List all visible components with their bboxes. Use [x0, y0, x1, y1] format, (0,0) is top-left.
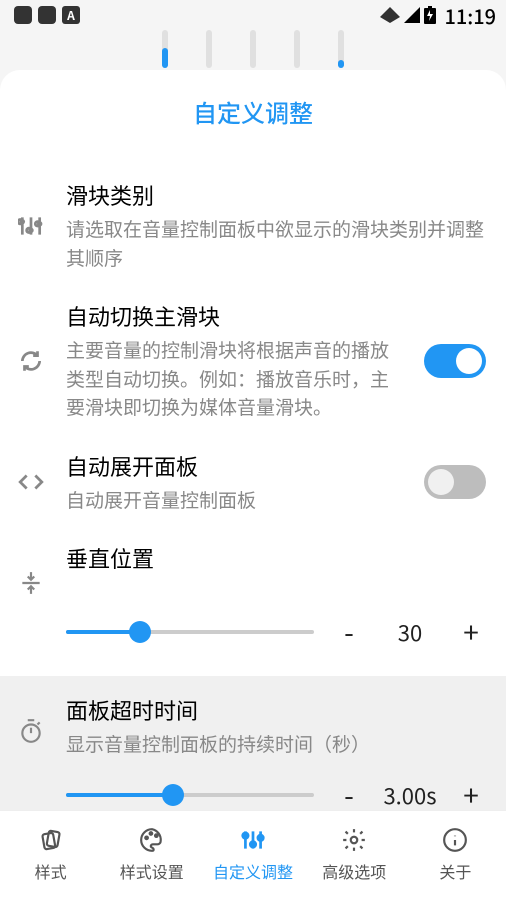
toggle-auto-switch[interactable] [424, 344, 486, 378]
preview-slider-icon [162, 30, 168, 68]
bottom-nav: 样式 样式设置 自定义调整 高级选项 关于 [0, 810, 506, 898]
increase-button[interactable]: + [456, 775, 486, 815]
setting-title: 自动切换主滑块 [66, 300, 404, 332]
info-icon [442, 827, 468, 853]
status-time: 11:19 [444, 1, 496, 30]
stopwatch-icon [16, 718, 46, 744]
battery-charging-icon [424, 6, 436, 24]
nav-label: 样式 [35, 859, 67, 883]
language-indicator-icon: A [62, 6, 80, 24]
sliders-icon [240, 827, 266, 853]
settings-panel: 自定义调整 滑块类别 请选取在音量控制面板中欲显示的滑块类别并调整其顺序 自动切… [0, 70, 506, 900]
vertical-align-icon [16, 570, 46, 596]
setting-title: 面板超时时间 [66, 694, 486, 726]
sync-icon [16, 348, 46, 374]
toggle-knob [456, 348, 482, 374]
wifi-icon [380, 7, 400, 23]
toggle-auto-expand[interactable] [424, 465, 486, 499]
nav-about[interactable]: 关于 [405, 811, 506, 898]
setting-auto-expand[interactable]: 自动展开面板 自动展开音量控制面板 [0, 436, 506, 529]
toggle-knob [428, 469, 454, 495]
setting-title: 自动展开面板 [66, 450, 404, 482]
nav-style-settings[interactable]: 样式设置 [101, 811, 202, 898]
sliders-icon [16, 213, 46, 239]
setting-title: 滑块类别 [66, 179, 486, 211]
setting-vertical-position: 垂直位置 - 30 + [0, 528, 506, 676]
vertical-position-value: 30 [374, 616, 446, 648]
nav-label: 关于 [439, 859, 471, 883]
increase-button[interactable]: + [456, 612, 486, 652]
setting-desc: 请选取在音量控制面板中欲显示的滑块类别并调整其顺序 [66, 215, 486, 272]
setting-slider-category[interactable]: 滑块类别 请选取在音量控制面板中欲显示的滑块类别并调整其顺序 [0, 165, 506, 286]
panel-title: 自定义调整 [0, 94, 506, 129]
setting-desc: 主要音量的控制滑块将根据声音的播放类型自动切换。例如：播放音乐时，主要滑块即切换… [66, 336, 404, 422]
nav-style[interactable]: 样式 [0, 811, 101, 898]
preview-slider-icon [338, 30, 344, 68]
cards-icon [38, 827, 64, 853]
nav-advanced[interactable]: 高级选项 [304, 811, 405, 898]
timeout-value: 3.00s [374, 779, 446, 811]
sliders-preview [0, 30, 506, 70]
preview-slider-icon [294, 30, 300, 68]
status-indicator-icon [38, 6, 56, 24]
nav-label: 高级选项 [322, 859, 386, 883]
palette-icon [139, 827, 165, 853]
decrease-button[interactable]: - [334, 775, 364, 815]
preview-slider-icon [206, 30, 212, 68]
nav-label: 样式设置 [120, 859, 184, 883]
status-indicator-icon [14, 6, 32, 24]
decrease-button[interactable]: - [334, 612, 364, 652]
nav-custom-adjust[interactable]: 自定义调整 [202, 811, 303, 898]
status-bar: A 11:19 [0, 0, 506, 30]
nav-label: 自定义调整 [213, 859, 293, 883]
setting-title: 垂直位置 [66, 542, 486, 574]
preview-slider-icon [250, 30, 256, 68]
setting-auto-switch[interactable]: 自动切换主滑块 主要音量的控制滑块将根据声音的播放类型自动切换。例如：播放音乐时… [0, 286, 506, 436]
vertical-position-slider[interactable] [66, 630, 314, 634]
setting-desc: 自动展开音量控制面板 [66, 486, 404, 515]
timeout-slider[interactable] [66, 793, 314, 797]
status-left-icons: A [14, 6, 80, 24]
gear-icon [341, 827, 367, 853]
expand-icon [16, 469, 46, 495]
cell-signal-icon [404, 7, 420, 23]
setting-desc: 显示音量控制面板的持续时间（秒） [66, 730, 486, 759]
